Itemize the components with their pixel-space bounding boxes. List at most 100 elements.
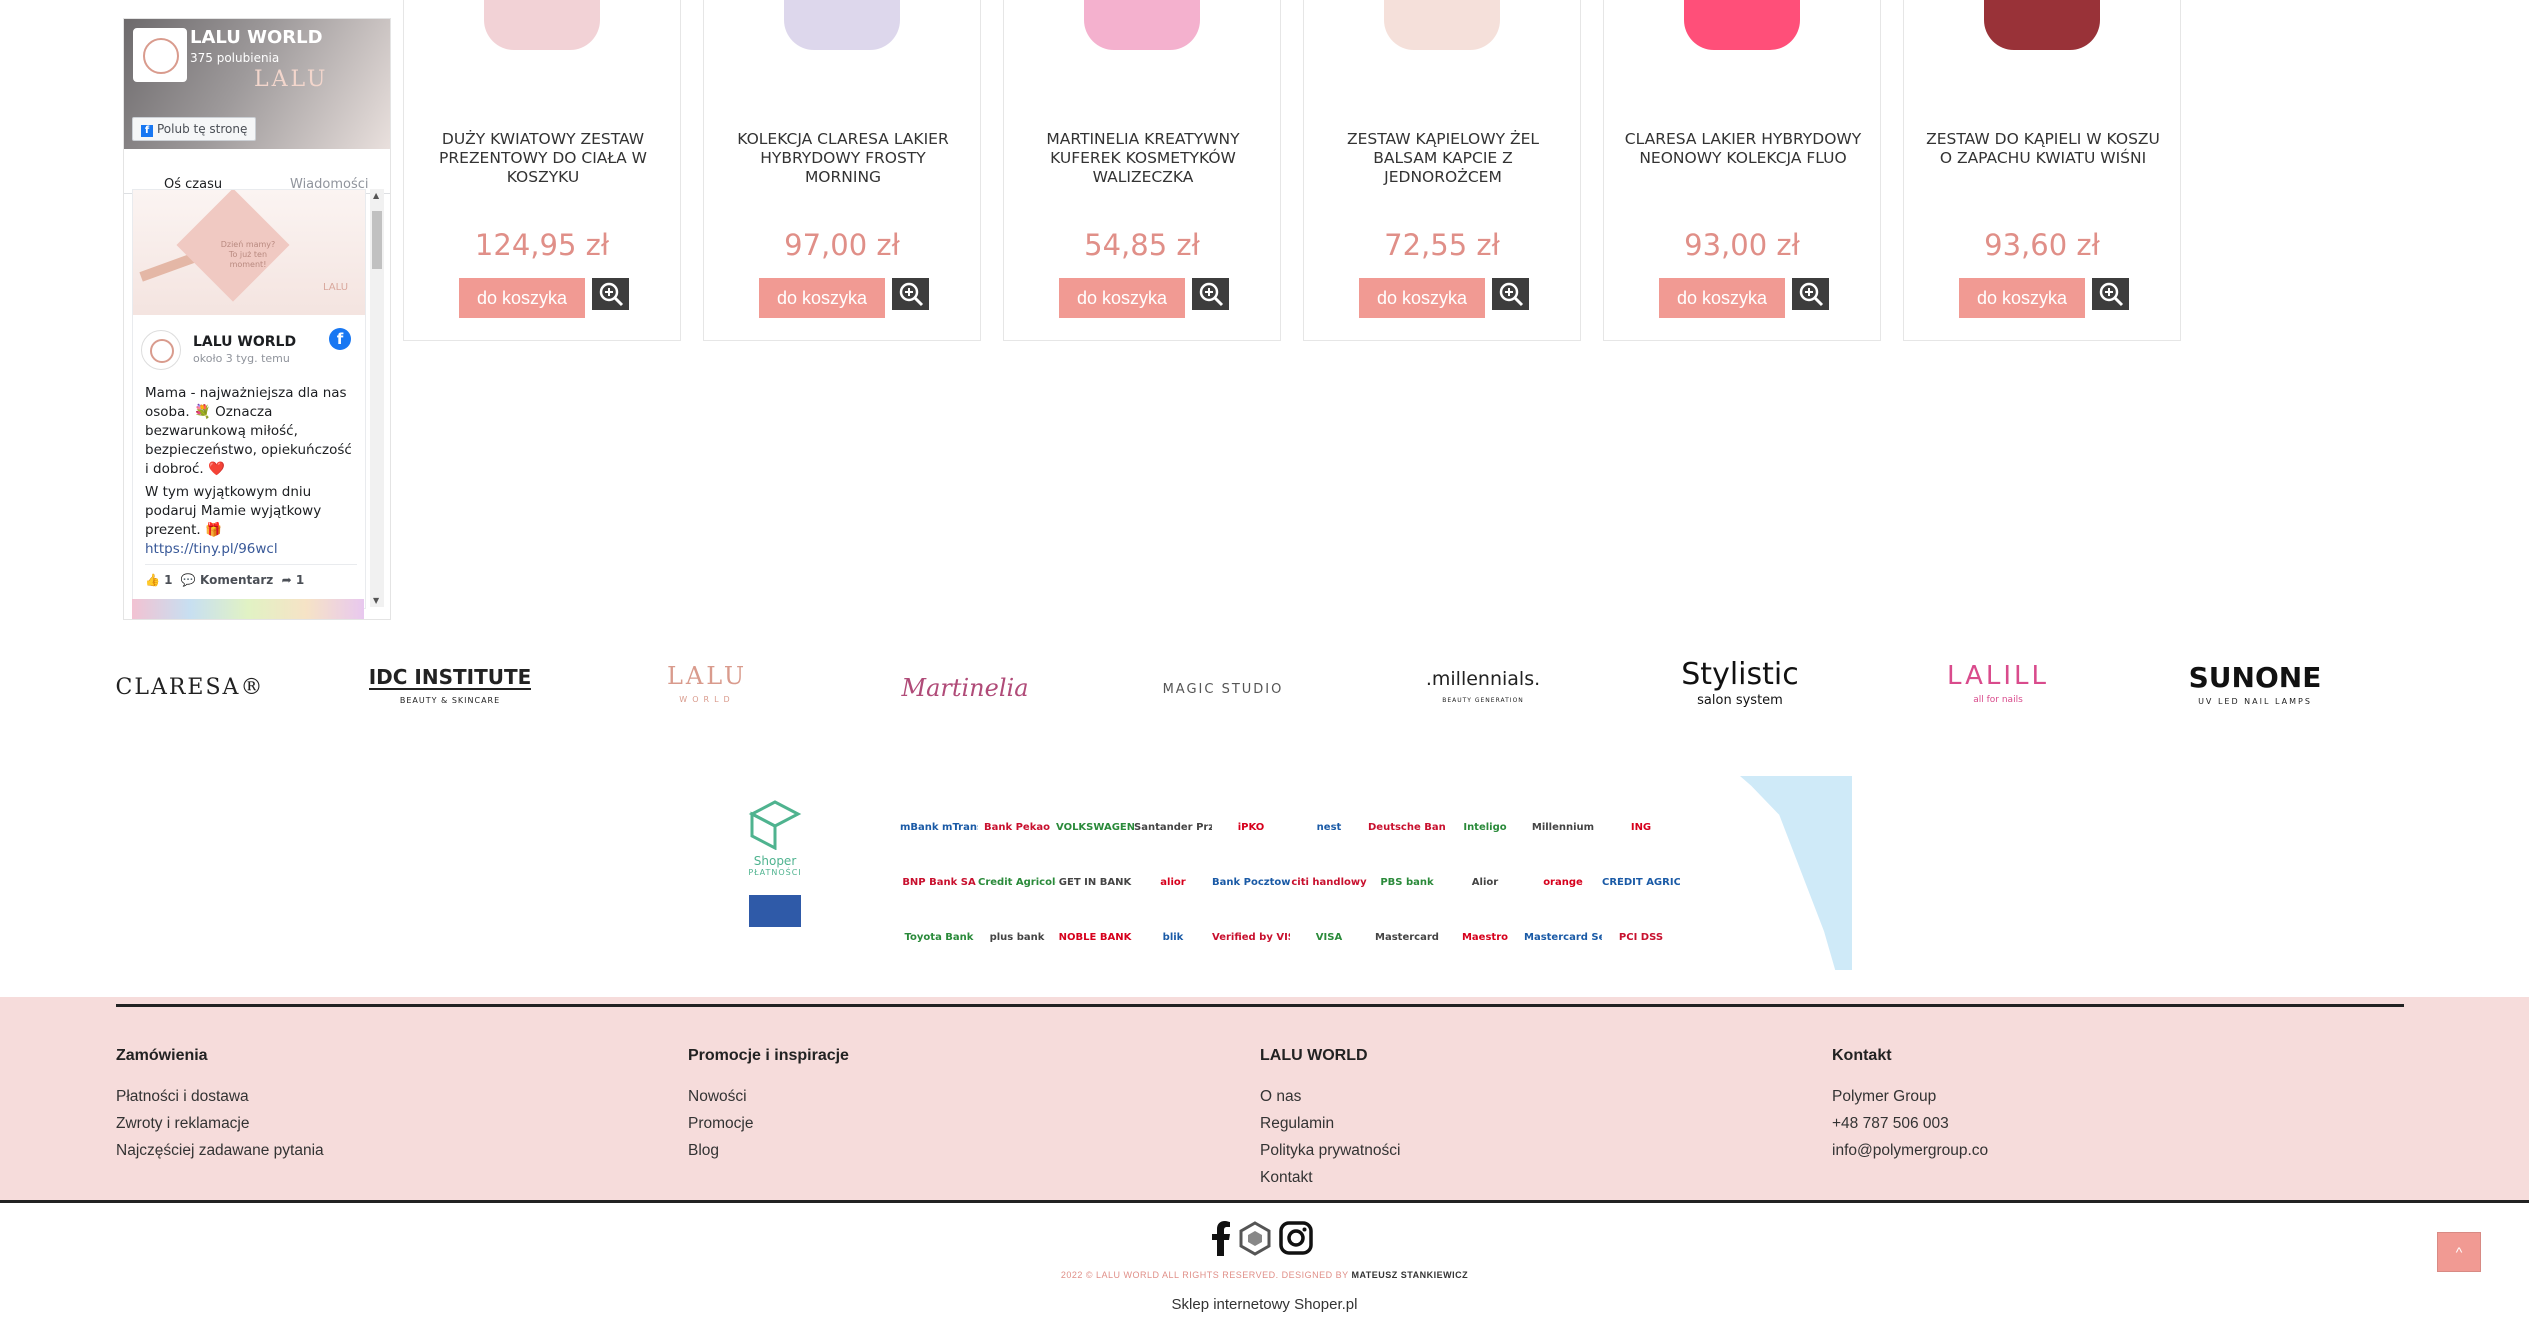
product-name[interactable]: KOLEKCJA CLARESA LAKIER HYBRYDOWY FROSTY… xyxy=(724,130,962,187)
add-to-cart-button[interactable]: do koszyka xyxy=(1659,278,1785,318)
add-to-cart-button[interactable]: do koszyka xyxy=(1959,278,2085,318)
payment-method-logo[interactable]: Bank Pekao xyxy=(978,822,1056,833)
quick-view-button[interactable] xyxy=(1492,278,1529,310)
footer-link[interactable]: Polymer Group xyxy=(1832,1083,2372,1110)
payment-method-logo[interactable]: PBS bank xyxy=(1368,877,1446,888)
footer-link[interactable]: Kontakt xyxy=(1260,1164,1800,1191)
brand-millennials[interactable]: .millennials. BEAUTY GENERATION xyxy=(1388,660,1578,716)
feed-scrollbar[interactable]: ▲ ▼ xyxy=(370,189,384,607)
next-post-image[interactable] xyxy=(132,599,364,619)
post-timestamp[interactable]: około 3 tyg. temu xyxy=(193,352,290,365)
brand-stylistic[interactable]: Stylistic salon system xyxy=(1645,660,1835,716)
add-to-cart-button[interactable]: do koszyka xyxy=(459,278,585,318)
payment-method-logo[interactable]: Alior xyxy=(1446,877,1524,888)
facebook-page-avatar[interactable] xyxy=(133,28,187,82)
payment-method-logo[interactable]: Bank Pocztowy xyxy=(1212,877,1290,888)
shoper-link[interactable]: Sklep internetowy Shoper.pl xyxy=(0,1296,2529,1313)
brand-sunone[interactable]: SUNONE UV LED NAIL LAMPS xyxy=(2160,660,2350,716)
payment-method-logo[interactable]: Inteligo xyxy=(1446,822,1524,833)
payment-method-logo[interactable]: blik xyxy=(1134,932,1212,943)
product-image[interactable] xyxy=(1654,0,1830,64)
scroll-to-top-button[interactable]: ^ xyxy=(2437,1232,2481,1272)
footer-link[interactable]: Regulamin xyxy=(1260,1110,1800,1137)
payment-method-logo[interactable]: NOBLE BANK xyxy=(1056,932,1134,943)
brand-idc-institute[interactable]: IDC INSTITUTE BEAUTY & SKINCARE xyxy=(355,660,545,716)
product-name[interactable]: ZESTAW KĄPIELOWY ŻEL BALSAM KAPCIE Z JED… xyxy=(1324,130,1562,187)
product-card[interactable]: CLARESA LAKIER HYBRYDOWY NEONOWY KOLEKCJ… xyxy=(1603,0,1881,341)
footer-link[interactable]: +48 787 506 003 xyxy=(1832,1110,2372,1137)
brand-claresa[interactable]: CLARESA® xyxy=(95,660,285,716)
quick-view-button[interactable] xyxy=(2092,278,2129,310)
payment-method-logo[interactable]: VISA xyxy=(1290,932,1368,943)
scrollbar-thumb[interactable] xyxy=(372,211,382,269)
product-image[interactable] xyxy=(1354,0,1530,64)
post-link[interactable]: https://tiny.pl/96wcl xyxy=(145,541,278,557)
facebook-page-widget[interactable]: LALU WORLD 375 polubienia LALU f Polub tę… xyxy=(123,18,391,620)
payment-method-logo[interactable]: Deutsche Bank xyxy=(1368,822,1446,833)
footer-link[interactable]: Blog xyxy=(688,1137,1228,1164)
payment-method-logo[interactable]: Toyota Bank xyxy=(900,932,978,943)
add-to-cart-button[interactable]: do koszyka xyxy=(1359,278,1485,318)
payment-method-logo[interactable]: plus bank xyxy=(978,932,1056,943)
shoper-payments-logo[interactable]: Shoper PŁATNOŚCI xyxy=(735,800,815,927)
facebook-page-name[interactable]: LALU WORLD xyxy=(190,27,323,48)
quick-view-button[interactable] xyxy=(1792,278,1829,310)
brand-martinelia[interactable]: Martinelia xyxy=(870,660,1060,716)
quick-view-button[interactable] xyxy=(892,278,929,310)
share-count[interactable]: 1 xyxy=(296,573,304,587)
product-name[interactable]: MARTINELIA KREATYWNY KUFEREK KOSMETYKÓW … xyxy=(1024,130,1262,187)
payment-method-logo[interactable]: nest xyxy=(1290,822,1368,833)
payment-method-logo[interactable]: Credit Agricole xyxy=(978,877,1056,888)
payment-method-logo[interactable]: Maestro xyxy=(1446,932,1524,943)
payment-method-logo[interactable]: GET IN BANK xyxy=(1056,877,1134,888)
payment-method-logo[interactable]: citi handlowy xyxy=(1290,877,1368,888)
product-image[interactable] xyxy=(1954,0,2130,64)
post-author-avatar[interactable] xyxy=(141,330,181,370)
facebook-icon[interactable] xyxy=(1210,1220,1232,1256)
payment-method-logo[interactable]: Millennium xyxy=(1524,822,1602,833)
add-to-cart-button[interactable]: do koszyka xyxy=(1059,278,1185,318)
facebook-like-page-button[interactable]: f Polub tę stronę xyxy=(132,117,257,141)
scroll-down-icon[interactable]: ▼ xyxy=(373,596,379,605)
footer-link[interactable]: info@polymergroup.co xyxy=(1832,1137,2372,1164)
product-name[interactable]: ZESTAW DO KĄPIELI W KOSZU O ZAPACHU KWIA… xyxy=(1924,130,2162,168)
product-image[interactable] xyxy=(754,0,930,64)
quick-view-button[interactable] xyxy=(1192,278,1229,310)
product-card[interactable]: ZESTAW DO KĄPIELI W KOSZU O ZAPACHU KWIA… xyxy=(1903,0,2181,341)
product-image[interactable] xyxy=(1054,0,1230,64)
footer-link[interactable]: Płatności i dostawa xyxy=(116,1083,656,1110)
post-author-name[interactable]: LALU WORLD xyxy=(193,334,296,350)
payment-method-logo[interactable]: orange xyxy=(1524,877,1602,888)
footer-link[interactable]: Zwroty i reklamacje xyxy=(116,1110,656,1137)
instagram-icon[interactable] xyxy=(1278,1220,1314,1256)
product-card[interactable]: DUŻY KWIATOWY ZESTAW PREZENTOWY DO CIAŁA… xyxy=(403,0,681,341)
payment-method-logo[interactable]: Mastercard SecureCode xyxy=(1524,932,1602,943)
product-card[interactable]: KOLEKCJA CLARESA LAKIER HYBRYDOWY FROSTY… xyxy=(703,0,981,341)
quick-view-button[interactable] xyxy=(592,278,629,310)
payment-method-logo[interactable]: mBank mTransfer xyxy=(900,822,978,833)
facebook-feed[interactable]: Dzień mamy? To już ten moment! LALU LALU… xyxy=(132,189,366,609)
product-name[interactable]: DUŻY KWIATOWY ZESTAW PREZENTOWY DO CIAŁA… xyxy=(424,130,662,187)
footer-link[interactable]: Nowości xyxy=(688,1083,1228,1110)
payment-method-logo[interactable]: ING xyxy=(1602,822,1680,833)
payment-method-logo[interactable]: alior xyxy=(1134,877,1212,888)
product-image[interactable] xyxy=(454,0,630,64)
payment-method-logo[interactable]: Santander Przelew24 xyxy=(1134,822,1212,833)
brand-lalill[interactable]: LALILL all for nails xyxy=(1903,660,2093,716)
product-card[interactable]: ZESTAW KĄPIELOWY ŻEL BALSAM KAPCIE Z JED… xyxy=(1303,0,1581,341)
facebook-post-image[interactable]: Dzień mamy? To już ten moment! LALU xyxy=(133,190,365,315)
brand-lalu-world[interactable]: LALU WORLD xyxy=(612,660,802,716)
payment-method-logo[interactable]: iPKO xyxy=(1212,822,1290,833)
payment-method-logo[interactable]: Mastercard xyxy=(1368,932,1446,943)
brand-magic-studio[interactable]: MAGIC STUDIO xyxy=(1128,660,1318,716)
footer-link[interactable]: Polityka prywatności xyxy=(1260,1137,1800,1164)
footer-link[interactable]: O nas xyxy=(1260,1083,1800,1110)
add-to-cart-button[interactable]: do koszyka xyxy=(759,278,885,318)
payment-method-logo[interactable]: PCI DSS xyxy=(1602,932,1680,943)
payment-method-logo[interactable]: BNP Bank SA xyxy=(900,877,978,888)
footer-link[interactable]: Promocje xyxy=(688,1110,1228,1137)
product-card[interactable]: MARTINELIA KREATYWNY KUFEREK KOSMETYKÓW … xyxy=(1003,0,1281,341)
comment-button[interactable]: Komentarz xyxy=(200,573,273,587)
shoper-icon[interactable] xyxy=(1238,1220,1272,1256)
designer-link[interactable]: MATEUSZ STANKIEWICZ xyxy=(1351,1270,1468,1280)
